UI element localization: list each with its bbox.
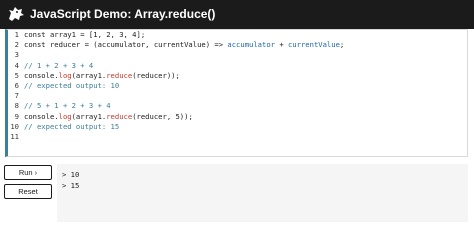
- code-text: const array1 = [1, 2, 3, 4];: [24, 30, 146, 39]
- line-number: 11: [10, 131, 19, 141]
- code-line: 9 console.log(array1.reduce(reducer, 5))…: [8, 112, 467, 122]
- code-comment: // 1 + 2 + 3 + 4: [24, 60, 94, 70]
- line-number: 7: [14, 91, 19, 101]
- code-text: const reducer = (accumulator, currentVal…: [24, 40, 345, 50]
- code-line: 11: [8, 132, 467, 142]
- controls-panel: Run › Reset: [4, 165, 52, 199]
- code-comment: // expected output: 15: [24, 121, 120, 131]
- header-bar: JavaScript Demo: Array.reduce(): [0, 0, 474, 29]
- output-line: > 15: [62, 180, 80, 190]
- code-line: 10 // expected output: 15: [8, 122, 467, 132]
- page-title: JavaScript Demo: Array.reduce(): [30, 7, 216, 21]
- code-line: 7: [8, 91, 467, 101]
- line-number: 5: [14, 70, 19, 80]
- code-comment: // expected output: 10: [24, 80, 120, 90]
- line-number: 4: [14, 60, 19, 70]
- code-text: console.log(array1.reduce(reducer));: [24, 70, 180, 80]
- code-line: 8 // 5 + 1 + 2 + 3 + 4: [8, 101, 467, 111]
- line-number: 10: [10, 121, 19, 131]
- line-number: 2: [14, 40, 19, 50]
- console-output: > 10 > 15: [57, 164, 468, 222]
- code-line: 5 console.log(array1.reduce(reducer));: [8, 71, 467, 81]
- code-editor[interactable]: 1 const array1 = [1, 2, 3, 4]; 2 const r…: [5, 29, 468, 157]
- line-number: 6: [14, 80, 19, 90]
- reset-button[interactable]: Reset: [4, 184, 52, 199]
- run-button[interactable]: Run ›: [4, 165, 52, 180]
- dinosaur-logo-icon: [9, 7, 24, 21]
- line-number: 3: [14, 50, 19, 60]
- line-number: 1: [14, 30, 19, 39]
- code-line: 2 const reducer = (accumulator, currentV…: [8, 40, 467, 50]
- code-line: 6 // expected output: 10: [8, 81, 467, 91]
- code-comment: // 5 + 1 + 2 + 3 + 4: [24, 101, 111, 111]
- line-number: 8: [14, 101, 19, 111]
- code-line: 1 const array1 = [1, 2, 3, 4];: [8, 30, 467, 40]
- code-text: console.log(array1.reduce(reducer, 5));: [24, 111, 193, 121]
- output-line: > 10: [62, 170, 80, 179]
- code-line: 4 // 1 + 2 + 3 + 4: [8, 61, 467, 71]
- code-line: 3: [8, 50, 467, 60]
- line-number: 9: [14, 111, 19, 121]
